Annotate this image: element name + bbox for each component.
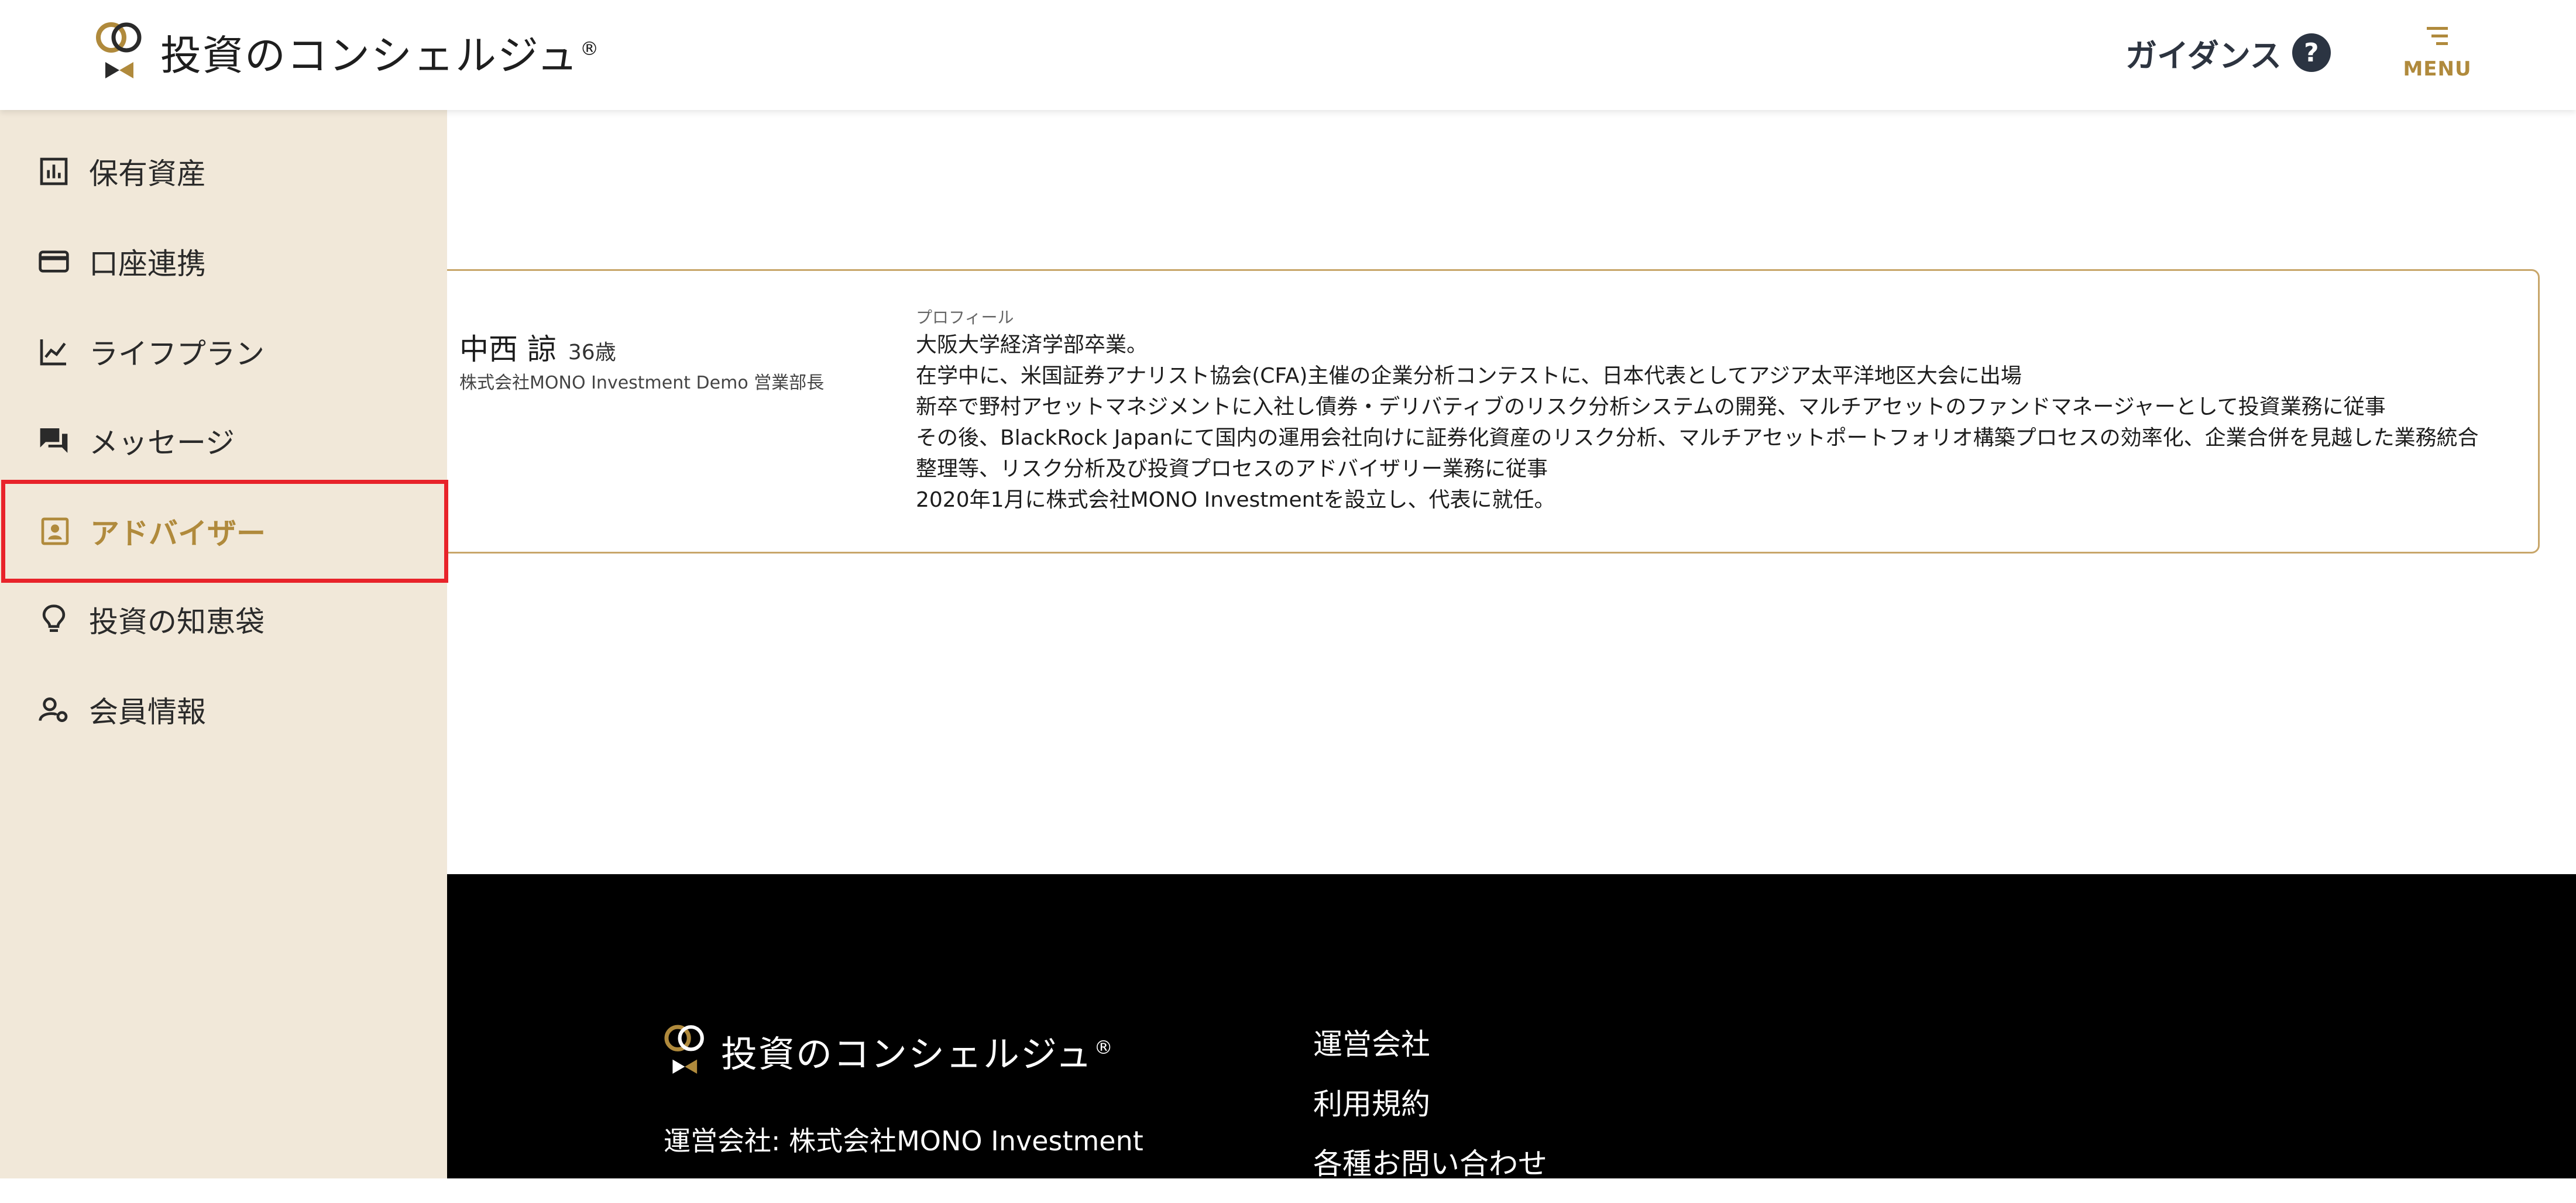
credit-card-icon	[39, 250, 69, 273]
concierge-logo-icon	[664, 1025, 704, 1074]
help-icon: ?	[2292, 33, 2331, 72]
sidebar-item-label: ライフプラン	[89, 337, 265, 371]
footer-brand-name: 投資のコンシェルジュ®	[721, 1033, 1114, 1075]
sidebar-item-label: 会員情報	[89, 695, 206, 729]
sidebar-item-member-info[interactable]: 会員情報	[0, 666, 447, 754]
footer-link-company[interactable]: 運営会社	[1313, 1024, 1547, 1084]
brand-logo[interactable]: 投資のコンシェルジュ®	[94, 20, 600, 84]
bar-chart-icon	[40, 157, 68, 185]
profile-line: 2020年1月に株式会社MONO Investmentを設立し、代表に就任。	[916, 488, 1555, 512]
profile-line: 新卒で野村アセットマネジメントに入社し債券・デリバティブのリスク分析システムの開…	[916, 395, 2386, 419]
profile-line: 在学中に、米国証券アナリスト協会(CFA)主催の企業分析コンテストに、日本代表と…	[916, 364, 2022, 388]
guidance-button[interactable]: ガイダンス ?	[2125, 30, 2331, 75]
sidebar-item-knowledge[interactable]: 投資の知恵袋	[0, 576, 447, 664]
chat-bubbles-icon	[40, 428, 68, 453]
footer-logo[interactable]: 投資のコンシェルジュ®	[662, 1023, 1114, 1079]
sidebar-item-advisor[interactable]: アドバイザー	[1, 480, 448, 583]
lightbulb-icon	[42, 604, 66, 632]
trending-up-icon	[40, 339, 66, 366]
advisor-age: 36歳	[568, 341, 616, 365]
footer-link-contact[interactable]: 各種お問い合わせ	[1313, 1143, 1547, 1203]
guidance-label: ガイダンス	[2125, 37, 2282, 74]
sidebar-item-account-link[interactable]: 口座連携	[0, 218, 447, 305]
contact-card-icon	[41, 517, 69, 545]
profile-line: その後、BlackRock Japanにて国内の運用会社向けに証券化資産のリスク…	[916, 426, 2479, 450]
profile-text: 大阪大学経済学部卒業。 在学中に、米国証券アナリスト協会(CFA)主催の企業分析…	[916, 329, 2519, 515]
app-header: 投資のコンシェルジュ® ガイダンス ? MENU	[0, 0, 2576, 110]
advisor-name: 中西 諒 36歳	[459, 332, 616, 366]
sidebar: 保有資産 口座連携 ライフプラン メッセージ アドバイザー 投資の知恵袋 会員情…	[0, 110, 448, 1178]
sidebar-item-life-plan[interactable]: ライフプラン	[0, 308, 447, 396]
menu-button[interactable]: MENU	[2399, 21, 2475, 85]
profile-line: 大阪大学経済学部卒業。	[916, 333, 1148, 357]
sidebar-item-label: 口座連携	[89, 247, 206, 281]
advisor-card: 中西 諒 36歳 株式会社MONO Investment Demo 営業部長 プロ…	[410, 269, 2540, 554]
sidebar-item-messages[interactable]: メッセージ	[0, 397, 447, 484]
sidebar-item-label: 保有資産	[89, 157, 206, 191]
footer-company-text: 運営会社: 株式会社MONO Investment	[664, 1125, 1143, 1157]
sidebar-item-label: 投資の知恵袋	[89, 605, 265, 639]
menu-label: MENU	[2403, 57, 2472, 81]
footer-link-terms[interactable]: 利用規約	[1313, 1084, 1547, 1143]
advisor-company: 株式会社MONO Investment Demo 営業部長	[459, 373, 825, 393]
user-settings-icon	[39, 697, 68, 722]
sidebar-item-label: アドバイザー	[90, 517, 266, 551]
menu-lines-icon	[2427, 27, 2448, 45]
profile-line: 整理等、リスク分析及び投資プロセスのアドバイザリー業務に従事	[916, 457, 1548, 481]
concierge-logo-icon	[96, 22, 142, 78]
sidebar-item-holdings[interactable]: 保有資産	[0, 128, 447, 215]
sidebar-item-label: メッセージ	[89, 426, 235, 460]
brand-name: 投資のコンシェルジュ®	[160, 31, 600, 80]
footer-links: 運営会社 利用規約 各種お問い合わせ	[1313, 1024, 1547, 1203]
profile-heading: プロフィール	[916, 308, 1014, 327]
